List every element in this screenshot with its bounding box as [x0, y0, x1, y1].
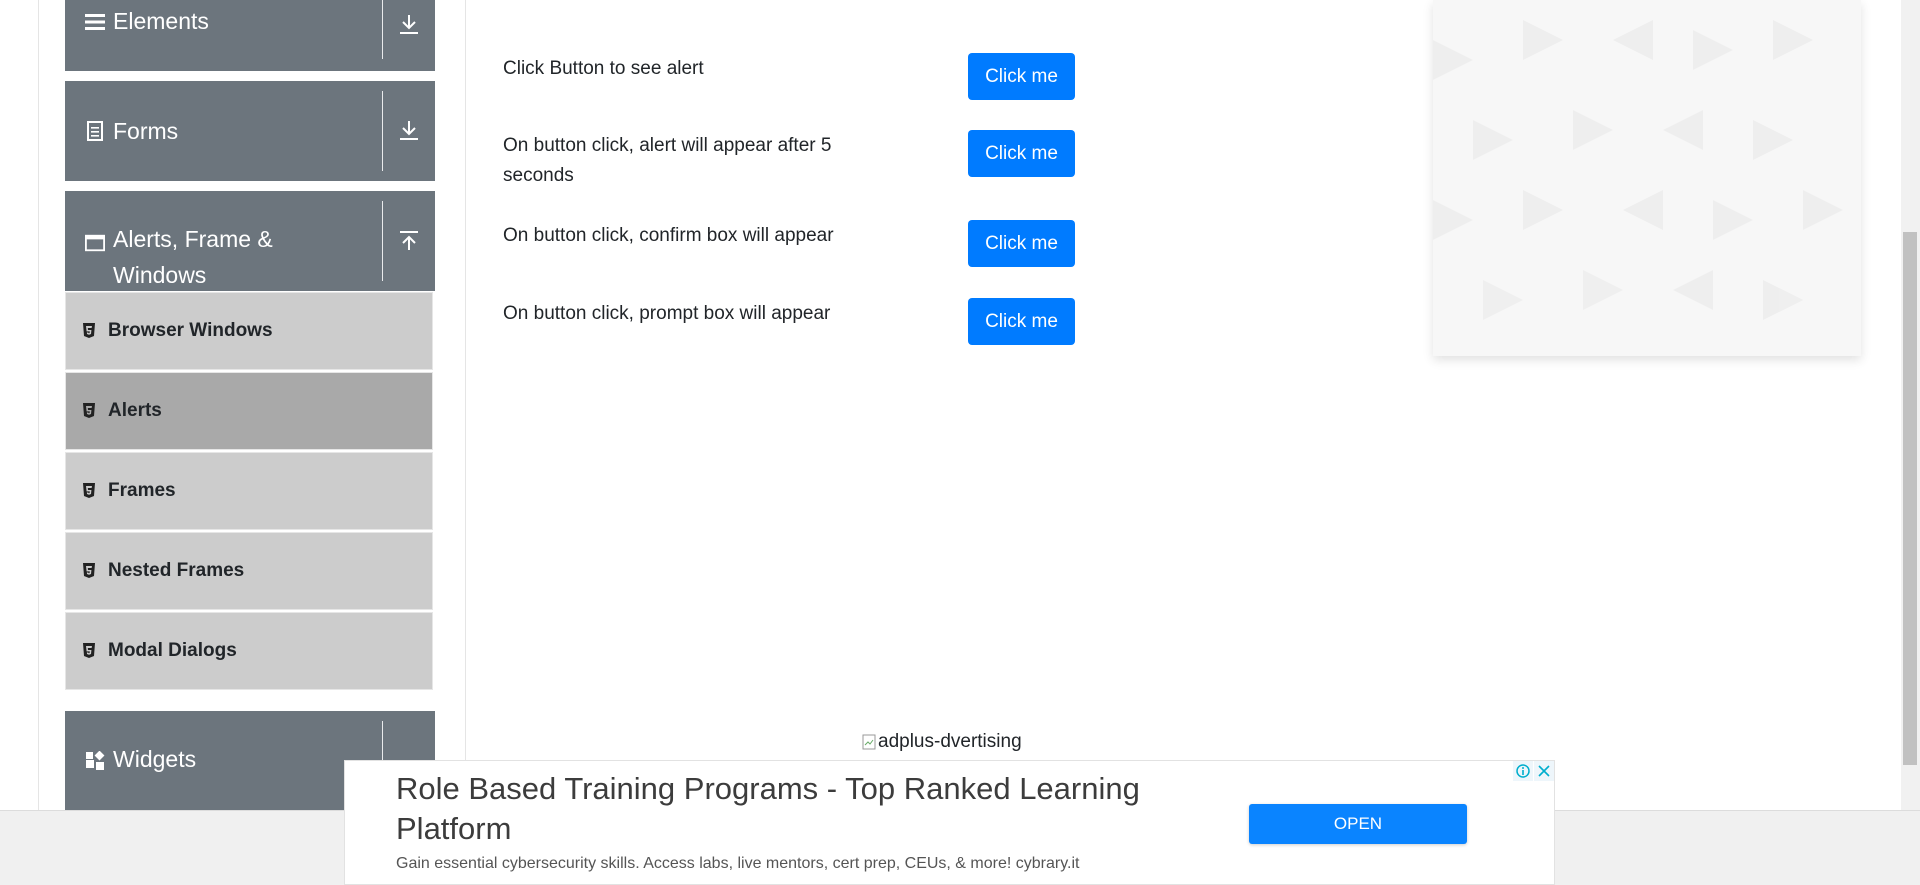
document-icon — [85, 121, 105, 141]
html5-icon — [83, 323, 95, 338]
timer-alert-button[interactable]: Click me — [968, 130, 1075, 177]
upload-icon[interactable] — [383, 191, 435, 291]
group-alerts-frame-windows[interactable]: Alerts, Frame & Windows — [65, 191, 435, 291]
sidebar-item-modal-dialogs[interactable]: Modal Dialogs — [65, 612, 433, 690]
sidebar-item-browser-windows[interactable]: Browser Windows — [65, 292, 433, 370]
html5-icon — [83, 403, 95, 418]
ad-banner[interactable]: Role Based Training Programs - Top Ranke… — [344, 760, 1555, 885]
browser-window-icon — [85, 233, 105, 253]
ad-headline[interactable]: Role Based Training Programs - Top Ranke… — [396, 769, 1236, 849]
group-elements[interactable]: Elements — [65, 0, 435, 71]
ad-open-button[interactable]: OPEN — [1249, 804, 1467, 844]
sidebar-item-label: Browser Windows — [108, 320, 273, 341]
group-title: Widgets — [113, 746, 197, 772]
group-forms[interactable]: Forms — [65, 81, 435, 181]
confirm-row-label: On button click, confirm box will appear — [503, 225, 834, 246]
html5-icon — [83, 643, 95, 658]
alert-row-label: Click Button to see alert — [503, 58, 704, 79]
widgets-icon — [85, 751, 105, 771]
close-icon[interactable] — [1534, 761, 1554, 781]
sidebar-item-label: Nested Frames — [108, 560, 245, 581]
group-title: Forms — [113, 118, 179, 144]
html5-icon — [83, 563, 95, 578]
timer-alert-row-label: On button click, alert will appear after… — [503, 135, 832, 186]
prompt-button[interactable]: Click me — [968, 298, 1075, 345]
sidebar-item-label: Frames — [108, 480, 176, 501]
html5-icon — [83, 483, 95, 498]
triangle-pattern — [1433, 20, 1843, 320]
sidebar-item-alerts[interactable]: Alerts — [65, 372, 433, 450]
prompt-row-label: On button click, prompt box will appear — [503, 303, 831, 324]
ad-alt-text: adplus-dvertising — [878, 731, 1022, 752]
download-icon[interactable] — [383, 0, 435, 50]
group-title: Elements — [113, 8, 209, 34]
ad-controls — [1513, 761, 1554, 781]
sidebar-item-label: Modal Dialogs — [108, 640, 237, 661]
sidebar-item-frames[interactable]: Frames — [65, 452, 433, 530]
sidebar-item-nested-frames[interactable]: Nested Frames — [65, 532, 433, 610]
sidebar-item-label: Alerts — [108, 400, 162, 421]
broken-image-icon — [862, 734, 876, 750]
download-icon[interactable] — [383, 81, 435, 181]
scrollbar-thumb[interactable] — [1903, 232, 1917, 765]
alert-button[interactable]: Click me — [968, 53, 1075, 100]
list-icon — [85, 12, 105, 32]
ad-description[interactable]: Gain essential cybersecurity skills. Acc… — [396, 855, 1079, 873]
sidebar-rail — [38, 0, 39, 810]
ad-placeholder-panel — [1433, 0, 1861, 356]
info-icon[interactable] — [1513, 761, 1533, 781]
group-title: Alerts, Frame & Windows — [113, 226, 273, 288]
confirm-button[interactable]: Click me — [968, 220, 1075, 267]
ad-image-alt: adplus-dvertising — [862, 731, 1022, 753]
